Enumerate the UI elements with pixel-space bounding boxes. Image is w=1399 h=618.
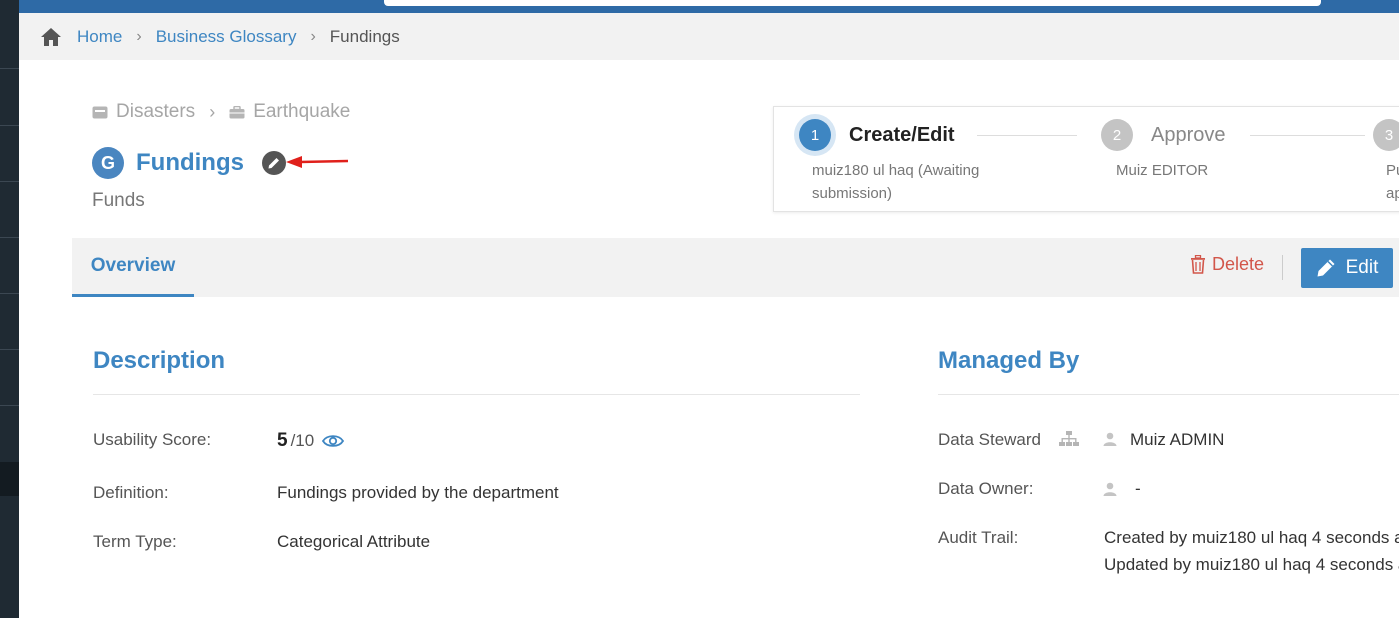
step-1-status: muiz180 ul haq (Awaiting submission) xyxy=(812,159,979,205)
step-2-status: Muiz EDITOR xyxy=(1116,162,1209,179)
step-2-label: Approve xyxy=(1151,124,1226,146)
sidebar-divider xyxy=(0,68,19,69)
data-steward-value: Muiz ADMIN xyxy=(1130,430,1225,449)
step-1-label: Create/Edit xyxy=(849,124,955,146)
home-icon[interactable] xyxy=(40,27,62,47)
managed-by-heading: Managed By xyxy=(938,347,1080,374)
step-3-status-line: Pu xyxy=(1386,162,1399,179)
audit-created: Created by muiz180 ul haq 4 seconds ago xyxy=(1104,528,1399,547)
user-icon xyxy=(1103,482,1117,496)
chevron-right-icon: › xyxy=(209,101,216,122)
pencil-icon xyxy=(268,157,280,168)
step-1-status-line: muiz180 ul haq (Awaiting xyxy=(812,162,980,179)
delete-button[interactable]: Delete xyxy=(1190,254,1264,275)
section-divider xyxy=(938,394,1399,395)
chevron-right-icon: › xyxy=(310,27,316,45)
usability-score-number: 5 xyxy=(277,430,288,451)
step-2-circle: 2 xyxy=(1101,119,1133,151)
trash-icon xyxy=(1191,255,1205,274)
step-3-circle: 3 xyxy=(1373,119,1399,151)
breadcrumb-current: Fundings xyxy=(329,26,400,46)
tab-bar: Overview Delete Edit xyxy=(72,238,1399,297)
data-owner-label: Data Owner: xyxy=(938,479,1034,498)
delete-button-label: Delete xyxy=(1212,254,1265,274)
data-steward-label: Data Steward xyxy=(938,430,1041,449)
definition-label: Definition: xyxy=(93,483,169,502)
description-heading: Description xyxy=(93,347,226,374)
step-3-status-line: ap xyxy=(1386,185,1399,202)
global-search-input[interactable] xyxy=(384,0,1321,6)
eye-icon[interactable] xyxy=(322,433,345,449)
section-divider xyxy=(93,394,860,395)
breadcrumb: Home › Business Glossary › Fundings xyxy=(19,13,1399,60)
annotation-arrow-icon xyxy=(286,156,349,168)
term-type-value: Categorical Attribute xyxy=(277,532,431,551)
toolbar-divider xyxy=(1282,255,1283,280)
data-owner-value: - xyxy=(1135,479,1141,498)
edit-button-label: Edit xyxy=(1345,257,1379,278)
top-navbar xyxy=(19,0,1399,13)
parent-path: Disasters › Earthquake xyxy=(92,101,350,123)
page-title: Fundings xyxy=(136,149,244,176)
definition-value: Fundings provided by the department xyxy=(277,483,559,502)
briefcase-icon xyxy=(229,105,245,118)
breadcrumb-home-link[interactable]: Home xyxy=(77,27,122,47)
edit-button[interactable]: Edit xyxy=(1301,248,1393,288)
step-1-status-line: submission) xyxy=(812,185,893,202)
step-1-circle: 1 xyxy=(799,119,831,151)
sidebar-divider xyxy=(0,293,19,294)
edit-title-button[interactable] xyxy=(261,151,286,175)
left-sidebar xyxy=(0,0,19,618)
step-connector xyxy=(1250,135,1365,136)
breadcrumb-glossary-link[interactable]: Business Glossary xyxy=(156,27,297,47)
sidebar-divider xyxy=(0,125,19,126)
sidebar-divider xyxy=(0,349,19,350)
hierarchy-icon[interactable] xyxy=(1059,431,1079,447)
glossary-term-badge: G xyxy=(92,147,124,179)
term-subtitle: Funds xyxy=(92,190,145,211)
audit-updated: Updated by muiz180 ul haq 4 seconds ago xyxy=(1104,555,1399,574)
category-icon xyxy=(92,106,108,118)
user-icon xyxy=(1103,432,1117,446)
sidebar-divider xyxy=(0,181,19,182)
step-connector xyxy=(977,135,1077,136)
usability-score-value: 5 /10 xyxy=(277,430,345,452)
step-3-status: Pu ap xyxy=(1386,159,1399,205)
term-header: G Fundings xyxy=(92,147,286,179)
audit-trail-value: Created by muiz180 ul haq 4 seconds ago … xyxy=(1104,524,1399,578)
chevron-right-icon: › xyxy=(136,27,142,45)
usability-score-max: /10 xyxy=(290,431,315,450)
audit-trail-label: Audit Trail: xyxy=(938,528,1019,547)
pencil-icon xyxy=(1317,259,1335,277)
parent-category-link[interactable]: Disasters xyxy=(116,101,195,123)
term-type-label: Term Type: xyxy=(93,532,177,551)
workflow-stepper: 1 Create/Edit muiz180 ul haq (Awaiting s… xyxy=(773,106,1399,212)
usability-score-label: Usability Score: xyxy=(93,430,212,449)
sidebar-divider xyxy=(0,405,19,406)
tab-overview[interactable]: Overview xyxy=(72,238,194,297)
sidebar-divider xyxy=(0,237,19,238)
parent-subcategory-link[interactable]: Earthquake xyxy=(253,101,350,123)
sidebar-item-active[interactable] xyxy=(0,462,19,496)
